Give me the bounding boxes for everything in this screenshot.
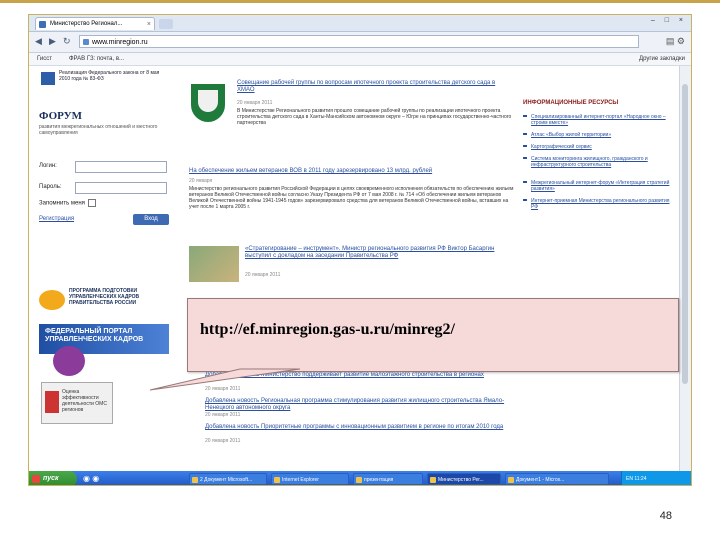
window-controls[interactable]: – □ ×	[651, 17, 687, 24]
page-menu-icon[interactable]: ▤ ⚙	[666, 36, 685, 47]
system-tray: EN 11:24	[621, 471, 691, 485]
scroll-thumb[interactable]	[682, 84, 688, 384]
address-text: www.minregion.ru	[92, 39, 148, 46]
password-input[interactable]	[75, 182, 167, 194]
resource-link[interactable]: Специализированный интернет-портал «Наро…	[523, 114, 673, 126]
taskbar-item[interactable]: презентация	[353, 473, 423, 485]
page-icon	[83, 39, 89, 45]
forward-icon[interactable]: ▶	[49, 36, 56, 47]
start-button[interactable]: пуск	[29, 471, 77, 485]
news-title[interactable]: Добавлена новость Региональная программа…	[205, 398, 505, 412]
back-icon[interactable]: ◀	[35, 36, 42, 47]
resource-link[interactable]: Картографический сервис	[523, 144, 673, 150]
address-bar[interactable]: www.minregion.ru	[79, 35, 639, 48]
taskbar-item[interactable]: Документ1 - Micros...	[505, 473, 609, 485]
register-link[interactable]: Регистрация	[39, 216, 74, 222]
new-tab-button[interactable]	[159, 19, 173, 29]
forum-subtitle: развития межрегиональных отношений и мес…	[39, 124, 158, 136]
windows-taskbar: пуск ◉ ◉ 2 Документ Microsoft... Interne…	[29, 471, 691, 485]
news-title[interactable]: «Стратегирование – инструмент». Министр …	[245, 246, 505, 260]
windows-logo-icon	[32, 475, 40, 483]
forum-title: ФОРУМ	[39, 110, 83, 122]
evaluation-icon	[45, 391, 59, 413]
management-program-banner[interactable]: ПРОГРАММА ПОДГОТОВКИ УПРАВЛЕНЧЕСКИХ КАДР…	[39, 286, 169, 314]
site-favicon-icon	[39, 21, 46, 28]
news-text: В Министерстве Регионального развития пр…	[237, 108, 512, 126]
program-logo-icon	[39, 290, 65, 310]
news-date: 20 января	[189, 178, 213, 184]
people-logo-banner[interactable]	[45, 338, 95, 378]
browser-toolbar: ◀ ▶ ↻ www.minregion.ru ▤ ⚙	[29, 32, 691, 53]
taskbar-item[interactable]: 2 Документ Microsoft...	[189, 473, 267, 485]
federal-law-banner[interactable]: Реализация Федерального закона от 8 мая …	[39, 70, 169, 88]
news-title[interactable]: На обеспечение жильем ветеранов ВОВ в 20…	[189, 168, 509, 175]
news-photo[interactable]	[189, 246, 239, 282]
browser-tab-bar: Министерство Регионал... × – □ ×	[29, 15, 691, 32]
news-title[interactable]: Добавлена новость Министерство поддержив…	[205, 372, 505, 379]
tab-title: Министерство Регионал...	[50, 21, 123, 27]
news-date: 20 января 2011	[205, 438, 241, 444]
resource-link[interactable]: Межрегиональный интернет-форум «Интеграц…	[523, 180, 673, 192]
password-label: Пароль:	[39, 184, 62, 190]
other-bookmarks[interactable]: Другие закладки	[639, 53, 685, 65]
callout-url: http://ef.minregion.gas-u.ru/minreg2/	[200, 321, 455, 338]
remember-me[interactable]: Запомнить меня	[39, 199, 96, 207]
info-resources-title: ИНФОРМАЦИОННЫЕ РЕСУРСЫ	[523, 100, 619, 106]
taskbar-item[interactable]: Internet Explorer	[271, 473, 349, 485]
resource-link[interactable]: Интернет-приемная Министерства региональ…	[523, 198, 673, 210]
remember-checkbox[interactable]	[87, 199, 96, 207]
resource-link[interactable]: Система мониторинга жилищного, гражданск…	[523, 156, 673, 168]
law-icon	[41, 72, 55, 85]
screenshot-frame: Министерство Регионал... × – □ × ◀ ▶ ↻ w…	[28, 14, 692, 486]
login-input[interactable]	[75, 161, 167, 173]
taskbar-item-active[interactable]: Министерство Рег...	[427, 473, 501, 485]
news-text: Министерство регионального развития Росс…	[189, 186, 514, 210]
close-tab-icon[interactable]: ×	[147, 18, 151, 30]
news-date: 20 января 2011	[205, 386, 241, 392]
news-date: 20 января 2011	[237, 100, 273, 106]
news-title[interactable]: Совещание рабочей группы по вопросам ипо…	[237, 80, 507, 94]
news-title[interactable]: Добавлена новость Приоритетные программы…	[205, 424, 505, 431]
login-button[interactable]: Вход	[133, 214, 169, 225]
bookmark-item[interactable]: Гисст	[37, 53, 52, 65]
slide-top-line	[0, 0, 720, 3]
vertical-scrollbar[interactable]	[679, 66, 691, 474]
news-date: 20 января 2011	[245, 272, 281, 278]
region-crest-icon	[191, 84, 225, 122]
login-label: Логин:	[39, 163, 57, 169]
bookmarks-bar: Гисст ФРАВ ГЗ: почта, в... Другие заклад…	[29, 53, 691, 66]
quick-launch-icons[interactable]: ◉ ◉	[83, 474, 99, 483]
reload-icon[interactable]: ↻	[63, 36, 71, 47]
efficiency-evaluation-banner[interactable]: Оценка эффективности деятельности ОМС ре…	[41, 382, 113, 424]
web-page-content: Реализация Федерального закона от 8 мая …	[29, 66, 681, 474]
bookmark-item[interactable]: ФРАВ ГЗ: почта, в...	[69, 53, 124, 65]
url-callout: http://ef.minregion.gas-u.ru/minreg2/	[187, 298, 679, 372]
people-icon	[53, 346, 85, 376]
slide-number: 48	[659, 510, 672, 522]
resource-link[interactable]: Атлас «Выбор жилой территории»	[523, 132, 673, 138]
browser-tab[interactable]: Министерство Регионал... ×	[35, 17, 155, 30]
news-date: 20 января 2011	[205, 412, 241, 418]
